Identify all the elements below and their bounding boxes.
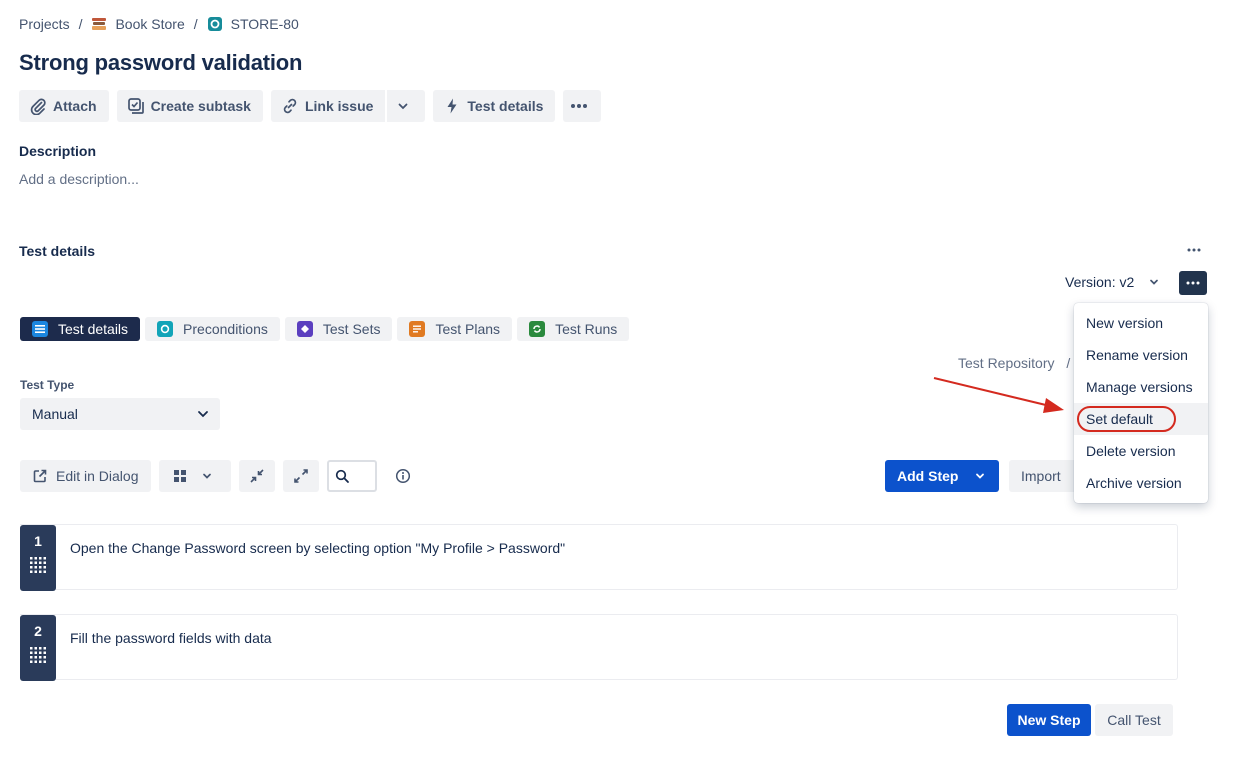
version-menu: New version Rename version Manage versio… <box>1074 303 1208 503</box>
collapse-icon <box>250 469 264 483</box>
tab-label: Test Runs <box>555 321 618 337</box>
test-plan-icon <box>409 321 426 337</box>
edit-in-dialog-button[interactable]: Edit in Dialog <box>20 460 151 492</box>
more-horizontal-icon <box>1187 248 1201 252</box>
test-set-icon <box>296 321 313 337</box>
expand-icon <box>294 469 308 483</box>
step-number: 1 <box>34 533 42 549</box>
call-test-button[interactable]: Call Test <box>1095 704 1173 736</box>
version-select[interactable]: Version: v2 <box>1065 274 1160 290</box>
tab-label: Test Plans <box>435 321 501 337</box>
test-details-button[interactable]: Test details <box>433 90 556 122</box>
list-icon <box>32 321 48 337</box>
menu-item-rename-version[interactable]: Rename version <box>1074 339 1208 371</box>
edit-in-dialog-label: Edit in Dialog <box>56 468 139 484</box>
more-actions-button[interactable] <box>563 90 602 122</box>
attach-button-label: Attach <box>53 98 97 114</box>
link-icon <box>283 98 297 114</box>
breadcrumb-projects[interactable]: Projects <box>19 16 70 32</box>
breadcrumb: Projects / Book Store / STORE-80 <box>19 14 299 34</box>
version-menu-button[interactable] <box>1179 271 1207 295</box>
step-number: 2 <box>34 623 42 639</box>
menu-item-archive-version[interactable]: Archive version <box>1074 467 1208 499</box>
menu-item-delete-version[interactable]: Delete version <box>1074 435 1208 467</box>
create-subtask-label: Create subtask <box>150 98 251 114</box>
expand-button[interactable] <box>283 460 319 492</box>
test-run-icon <box>529 321 546 337</box>
test-step-row[interactable]: 1 Open the Change Password screen by sel… <box>20 524 1178 591</box>
test-tabs: Test details Preconditions Test Sets Tes… <box>20 317 634 341</box>
step-action-text[interactable]: Fill the password fields with data <box>70 630 272 646</box>
breadcrumb-separator: / <box>193 16 198 32</box>
chevron-down-icon <box>198 411 208 418</box>
menu-item-new-version[interactable]: New version <box>1074 307 1208 339</box>
add-step-button[interactable]: Add Step <box>885 460 999 492</box>
steps-search-input[interactable] <box>327 460 377 492</box>
test-type-select[interactable]: Manual <box>20 398 220 430</box>
info-icon[interactable] <box>395 468 411 487</box>
tab-test-runs[interactable]: Test Runs <box>517 317 630 341</box>
link-issue-dropdown-button[interactable] <box>387 90 426 122</box>
drag-handle-icon <box>30 557 46 573</box>
attach-button[interactable]: Attach <box>19 90 109 122</box>
description-field[interactable]: Add a description... <box>19 171 139 187</box>
book-store-project-icon <box>91 16 107 32</box>
menu-item-set-default[interactable]: Set default <box>1074 403 1208 435</box>
test-step-row[interactable]: 2 Fill the password fields with data <box>20 614 1178 681</box>
collapse-button[interactable] <box>239 460 275 492</box>
test-type-value: Manual <box>32 406 78 422</box>
more-horizontal-icon <box>571 104 588 108</box>
tab-label: Test details <box>58 321 129 337</box>
tab-test-details[interactable]: Test details <box>20 317 141 341</box>
view-mode-button[interactable] <box>159 460 231 492</box>
test-details-button-label: Test details <box>467 98 544 114</box>
page-title[interactable]: Strong password validation <box>19 50 302 76</box>
lightning-icon <box>447 98 457 114</box>
version-select-label: Version: v2 <box>1065 274 1135 290</box>
breadcrumb-issue-key: STORE-80 <box>230 16 299 32</box>
breadcrumb-separator: / <box>78 16 83 32</box>
issue-toolbar: Attach Create subtask Link issue Test de… <box>19 90 609 122</box>
link-issue-label: Link issue <box>304 98 374 114</box>
annotation-arrow <box>933 377 1064 413</box>
breadcrumb-project-label: Book Store <box>115 16 185 32</box>
link-issue-button[interactable]: Link issue <box>270 90 386 122</box>
breadcrumb-issue[interactable]: STORE-80 <box>207 16 299 32</box>
drag-handle-icon <box>30 647 46 663</box>
open-in-new-icon <box>33 469 47 483</box>
search-icon <box>335 469 349 483</box>
test-repository-link: Test Repository <box>958 355 1055 371</box>
chevron-down-icon <box>1150 279 1159 285</box>
step-number-handle[interactable]: 1 <box>20 525 56 591</box>
tab-test-sets[interactable]: Test Sets <box>284 317 393 341</box>
tab-test-plans[interactable]: Test Plans <box>397 317 513 341</box>
description-heading: Description <box>19 143 97 159</box>
grid-icon <box>174 470 186 482</box>
test-repository-path[interactable]: Test Repository / <box>958 355 1070 371</box>
paperclip-icon <box>30 98 46 115</box>
step-action-text[interactable]: Open the Change Password screen by selec… <box>70 540 565 556</box>
test-issue-type-icon <box>207 16 223 32</box>
create-subtask-button[interactable]: Create subtask <box>116 90 263 122</box>
precondition-icon <box>157 321 174 337</box>
step-number-handle[interactable]: 2 <box>20 615 56 681</box>
add-step-label: Add Step <box>897 468 959 484</box>
breadcrumb-project[interactable]: Book Store <box>91 16 185 32</box>
subtask-icon <box>127 98 144 114</box>
chevron-down-icon <box>976 473 985 479</box>
tab-preconditions[interactable]: Preconditions <box>145 317 280 341</box>
tab-label: Preconditions <box>183 321 268 337</box>
more-horizontal-icon <box>1186 281 1200 285</box>
test-details-heading: Test details <box>19 243 95 259</box>
test-type-label: Test Type <box>20 378 75 392</box>
menu-item-manage-versions[interactable]: Manage versions <box>1074 371 1208 403</box>
test-details-more-button[interactable] <box>1186 243 1202 260</box>
new-step-button[interactable]: New Step <box>1007 704 1091 736</box>
chevron-down-icon <box>203 473 211 479</box>
chevron-down-icon <box>399 103 408 110</box>
tab-label: Test Sets <box>322 321 381 337</box>
test-repository-separator: / <box>1066 355 1071 371</box>
